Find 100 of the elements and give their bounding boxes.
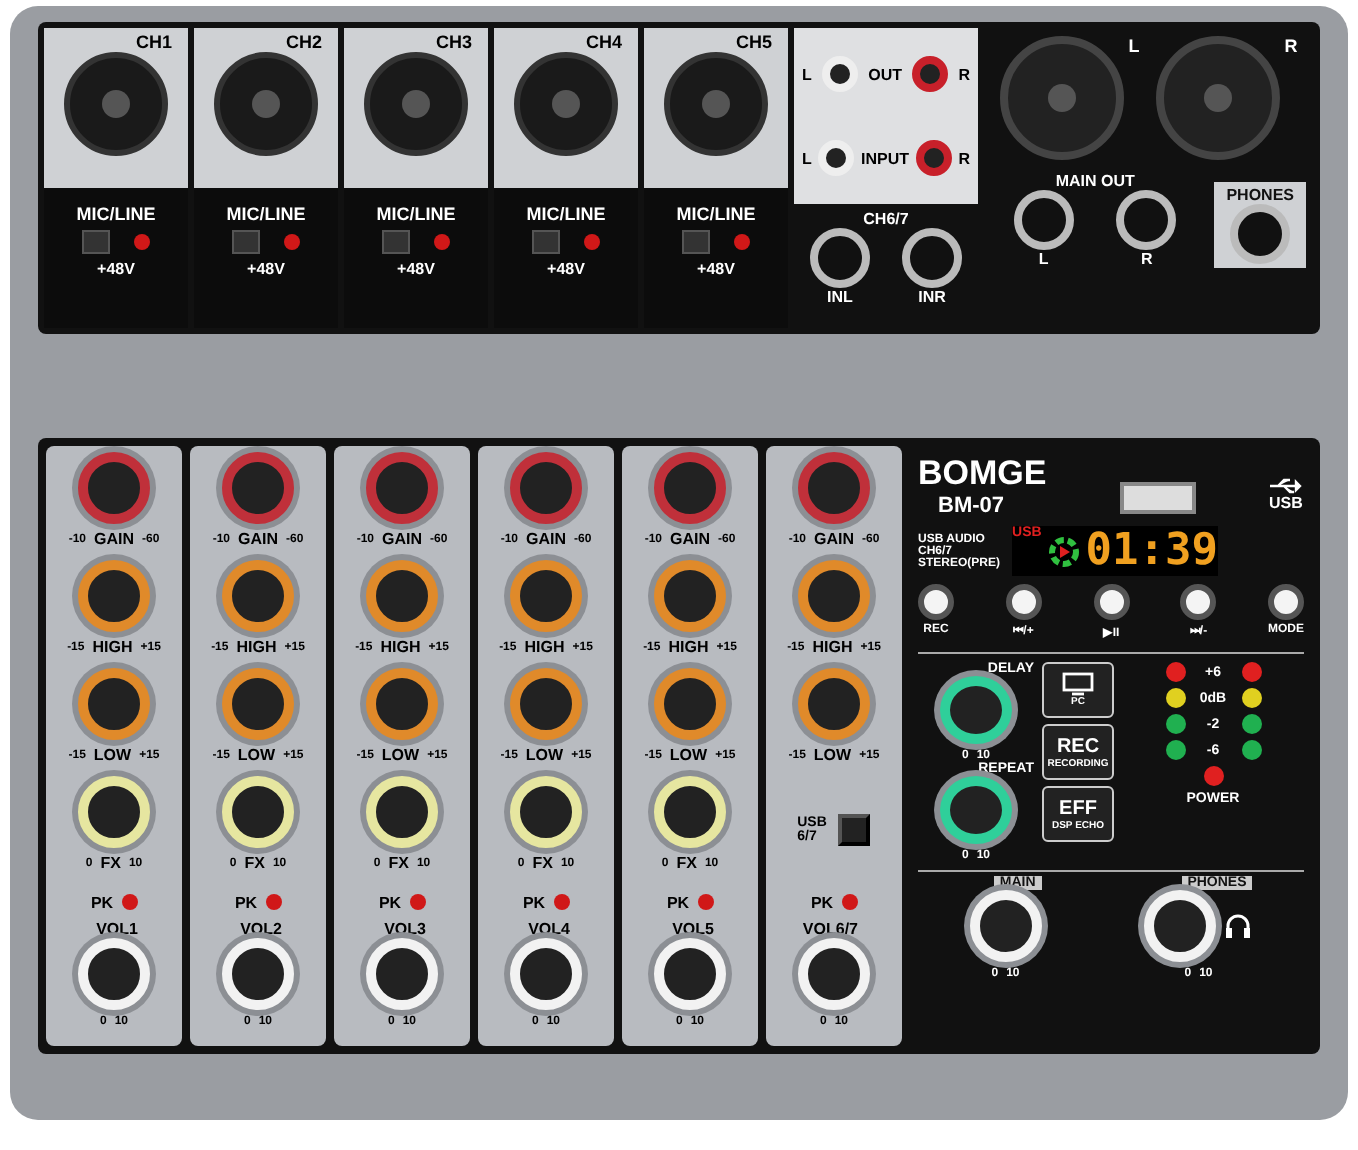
jack-socket[interactable]	[1230, 204, 1291, 264]
source-switch[interactable]	[838, 814, 871, 846]
jack-socket[interactable]	[810, 228, 870, 288]
combo-jack[interactable]	[64, 52, 168, 156]
phantom-label: +48V	[397, 260, 435, 278]
knob-label: GAIN	[382, 530, 422, 548]
knob[interactable]	[654, 668, 726, 740]
knob[interactable]	[798, 668, 870, 740]
combo-jack[interactable]	[514, 52, 618, 156]
monitor-icon	[1062, 672, 1094, 696]
peak-label: PK	[234, 893, 258, 911]
knob-label: GAIN	[94, 530, 134, 548]
knob-label: FX	[532, 854, 553, 872]
rca-jack[interactable]	[915, 140, 952, 176]
peak-led	[265, 894, 282, 910]
knob-label: GAIN	[670, 530, 710, 548]
channel-label: CH1	[135, 32, 172, 52]
led	[734, 234, 750, 250]
jack-socket[interactable]	[1116, 190, 1177, 250]
led	[134, 234, 150, 250]
mic-line-switch[interactable]	[232, 230, 260, 254]
round-button[interactable]	[918, 584, 954, 620]
knob-label: GAIN	[526, 530, 566, 548]
round-button[interactable]	[1180, 584, 1217, 620]
knob[interactable]	[366, 668, 438, 740]
phantom-label: +48V	[547, 260, 585, 278]
jack-label: INR	[918, 288, 946, 306]
knob[interactable]	[77, 560, 150, 632]
knob[interactable]	[653, 560, 726, 632]
knob[interactable]	[221, 560, 294, 632]
channel-label: CH4	[585, 32, 622, 52]
combo-jack[interactable]	[214, 52, 318, 156]
jack-socket[interactable]	[1013, 190, 1074, 250]
peak-label: PK	[810, 893, 834, 911]
knob[interactable]	[509, 560, 582, 632]
knob-label: GAIN	[814, 530, 854, 548]
mic-line-switch[interactable]	[532, 230, 560, 254]
mic-line-switch[interactable]	[382, 230, 410, 254]
jack-label: INL	[827, 288, 853, 306]
knob-label: HIGH	[92, 638, 133, 656]
led	[584, 234, 600, 250]
phones-label: PHONES	[1226, 186, 1294, 204]
knob[interactable]	[78, 668, 150, 740]
xlr-label: R	[1284, 36, 1298, 56]
jack-label: R	[1141, 250, 1153, 268]
round-button[interactable]	[1268, 584, 1304, 620]
knob[interactable]	[940, 676, 1012, 744]
knob-label: FX	[244, 854, 265, 872]
rca-jack[interactable]	[912, 56, 949, 92]
knob[interactable]	[365, 560, 438, 632]
knob-label: FX	[676, 854, 697, 872]
knob[interactable]	[222, 452, 294, 524]
switch-label: MIC/LINE	[376, 204, 456, 224]
knob-label: LOW	[381, 746, 420, 764]
knob-label: HIGH	[812, 638, 853, 656]
knob[interactable]	[222, 668, 294, 740]
knob-label: LOW	[93, 746, 132, 764]
phantom-label: +48V	[247, 260, 285, 278]
led	[434, 234, 450, 250]
switch-label: MIC/LINE	[226, 204, 306, 224]
input-label: CH6/7	[863, 210, 909, 228]
round-button[interactable]	[1005, 584, 1042, 620]
knob-label: FX	[388, 854, 409, 872]
knob-label: GAIN	[238, 530, 278, 548]
knob[interactable]	[654, 452, 726, 524]
combo-jack[interactable]	[364, 52, 468, 156]
knob-label: HIGH	[668, 638, 709, 656]
knob[interactable]	[940, 776, 1012, 844]
mic-line-switch[interactable]	[82, 230, 110, 254]
combo-jack[interactable]	[664, 52, 768, 156]
knob-label: HIGH	[524, 638, 565, 656]
peak-label: PK	[378, 893, 402, 911]
phantom-label: +48V	[697, 260, 735, 278]
knob[interactable]	[798, 452, 870, 524]
round-button[interactable]	[1093, 584, 1129, 620]
knob[interactable]	[797, 560, 870, 632]
mic-line-switch[interactable]	[682, 230, 710, 254]
knob-label: LOW	[813, 746, 852, 764]
switch-label: MIC/LINE	[76, 204, 156, 224]
knob[interactable]	[510, 668, 582, 740]
xlr-label: L	[1128, 36, 1140, 56]
usb-port[interactable]	[1119, 482, 1196, 514]
knob-label: LOW	[525, 746, 564, 764]
rca-label: R	[958, 149, 970, 167]
knob[interactable]	[366, 452, 438, 524]
switch-label: MIC/LINE	[526, 204, 606, 224]
rca-label: R	[958, 65, 970, 83]
knob[interactable]	[78, 452, 150, 524]
phantom-label: +48V	[97, 260, 135, 278]
volume-label: VOL4	[528, 920, 570, 938]
brand-name: BOMGE	[918, 454, 1047, 494]
model-name: BM-07	[938, 494, 1007, 518]
peak-label: PK	[666, 893, 690, 911]
volume-label: VOL1	[96, 920, 138, 938]
usb-icon	[1267, 478, 1304, 494]
jack-socket[interactable]	[902, 228, 962, 288]
rca-label: INPUT	[861, 149, 910, 167]
rca-label: OUT	[868, 65, 902, 83]
knob[interactable]	[510, 452, 582, 524]
channel-label: CH5	[735, 32, 772, 52]
